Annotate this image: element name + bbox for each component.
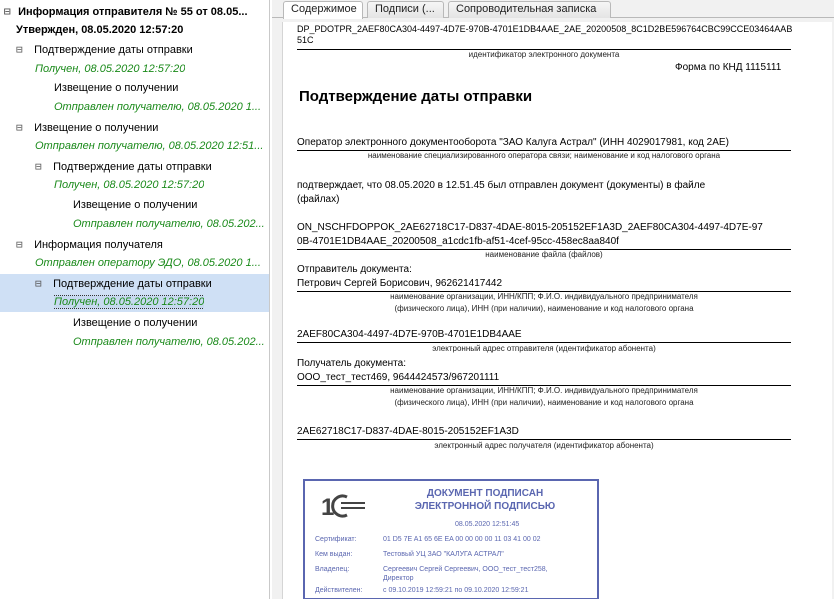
tree-node[interactable]: Извещение о получении: [73, 316, 197, 332]
tree-node-status: Получен, 08.05.2020 12:57:20: [54, 179, 205, 191]
sender-caption-2: (физического лица), ИНН (при наличии), н…: [394, 304, 694, 313]
document-title: Подтверждение даты отправки: [299, 88, 533, 105]
filename-line-2: 0B-4701E1DB4AAE_20200508_a1cdc1fb-af51-4…: [297, 236, 619, 247]
sender-address-caption: электронный адрес отправителя (идентифик…: [432, 344, 656, 353]
tab-signatures[interactable]: Подписи (...: [367, 1, 444, 18]
sender-caption-1: наименование организации, ИНН/КПП; Ф.И.О…: [390, 292, 698, 301]
tree-root-status: Утвержден, 08.05.2020 12:57:20: [16, 24, 184, 36]
tab-cover-letter[interactable]: Сопроводительная записка: [448, 1, 611, 18]
tree-node[interactable]: ⊟ Подтверждение даты отправки: [16, 42, 193, 58]
tree-node[interactable]: ⊟ Извещение о получении: [16, 120, 158, 136]
stamp-issuer-label: Кем выдан:: [315, 551, 353, 558]
tree-node-status: Отправлен получателю, 08.05.202...: [73, 218, 265, 230]
divider: [297, 342, 791, 343]
file-identifier: DP_PDOTPR_2AEF80CA304-4497-4D7E-970B-470…: [297, 24, 793, 45]
tree-node-status: Получен, 08.05.2020 12:57:20: [54, 295, 205, 309]
stamp-owner-value-2: Директор: [383, 575, 414, 582]
collapse-icon[interactable]: ⊟: [4, 4, 15, 19]
tree-node-status: Отправлен получателю, 08.05.2020 1...: [54, 101, 262, 113]
sender-label: Отправитель документа:: [297, 264, 412, 275]
tree-node[interactable]: ⊟ Подтверждение даты отправки: [35, 159, 212, 175]
document-tree[interactable]: ⊟ Информация отправителя № 55 от 08.05..…: [0, 0, 270, 599]
tree-node[interactable]: ⊟ Информация получателя: [16, 237, 163, 253]
tree-node-status: Отправлен получателю, 08.05.2020 12:51..…: [35, 140, 264, 152]
stamp-title: ДОКУМЕНТ ПОДПИСАН ЭЛЕКТРОННОЙ ПОДПИСЬЮ: [414, 488, 556, 512]
operator-text: Оператор электронного документооборота "…: [297, 137, 729, 148]
tree-root[interactable]: ⊟ Информация отправителя № 55 от 08.05..…: [4, 4, 248, 20]
collapse-icon[interactable]: ⊟: [16, 120, 27, 135]
stamp-issuer-value: Тестовый УЦ ЗАО "КАЛУГА АСТРАЛ": [383, 551, 504, 558]
stamp-cert-value: 01 D5 7E A1 65 6E EA 00 00 00 00 11 03 4…: [383, 536, 541, 543]
tree-node-status: Отправлен оператору ЭДО, 08.05.2020 1...: [35, 257, 261, 269]
tree-node-status: Получен, 08.05.2020 12:57:20: [35, 63, 186, 75]
collapse-icon[interactable]: ⊟: [16, 237, 27, 252]
tree-node[interactable]: Извещение о получении: [73, 198, 197, 214]
stamp-owner-label: Владелец:: [315, 566, 350, 573]
collapse-icon[interactable]: ⊟: [35, 159, 46, 174]
divider: [297, 439, 791, 440]
stamp-valid-label: Действителен:: [315, 587, 363, 594]
tree-node-status: Отправлен получателю, 08.05.202...: [73, 336, 265, 348]
1c-logo-icon: 1: [321, 494, 365, 521]
form-code: Форма по КНД 1115111: [675, 62, 782, 73]
receiver-label: Получатель документа:: [297, 358, 406, 369]
confirm-text: подтверждает, что 08.05.2020 в 12.51.45 …: [297, 180, 706, 191]
collapse-icon[interactable]: ⊟: [35, 276, 46, 291]
content-panel: Содержимое Подписи (... Сопроводительная…: [272, 0, 834, 599]
tree-root-title: Информация отправителя № 55 от 08.05...: [18, 6, 248, 18]
operator-caption: наименование специализированного операто…: [367, 151, 721, 160]
tab-bar: Содержимое Подписи (... Сопроводительная…: [272, 0, 834, 19]
receiver-value: ООО_тест_тест469, 9644424573/967201111: [297, 372, 500, 383]
tab-content[interactable]: Содержимое: [283, 1, 363, 19]
stamp-date: 08.05.2020 12:51:45: [455, 521, 520, 528]
confirm-text-2: (файлах): [297, 194, 340, 205]
receiver-caption-2: (физического лица), ИНН (при наличии), н…: [394, 398, 694, 407]
sender-address: 2AEF80CA304-4497-4D7E-970B-4701E1DB4AAE: [297, 329, 522, 340]
filename-caption: наименование файла (файлов): [485, 250, 603, 259]
collapse-icon[interactable]: ⊟: [16, 42, 27, 57]
tree-node-selected[interactable]: ⊟ Подтверждение даты отправки: [35, 276, 212, 292]
filename-line-1: ON_NSCHFDOPPOK_2AE62718C17-D837-4DAE-801…: [297, 222, 763, 233]
sender-value: Петрович Сергей Борисович, 962621417442: [297, 278, 503, 289]
receiver-caption-1: наименование организации, ИНН/КПП; Ф.И.О…: [390, 386, 698, 395]
tree-node[interactable]: Извещение о получении: [54, 81, 178, 97]
stamp-cert-label: Сертификат:: [315, 536, 357, 543]
stamp-valid-value: с 09.10.2019 12:59:21 по 09.10.2020 12:5…: [383, 587, 529, 594]
stamp-owner-value: Сергеевич Сергей Сергеевич, ООО_тест_тес…: [383, 566, 548, 573]
signature-stamp: 1 ДОКУМЕНТ ПОДПИСАН ЭЛЕКТРОННОЙ ПОДПИСЬЮ…: [303, 479, 599, 599]
receiver-address: 2AE62718C17-D837-4DAE-8015-205152EF1A3D: [297, 426, 519, 437]
receiver-address-caption: электронный адрес получателя (идентифика…: [434, 441, 654, 450]
document-view[interactable]: DP_PDOTPR_2AEF80CA304-4497-4D7E-970B-470…: [282, 22, 832, 599]
file-identifier-caption: идентификатор электронного документа: [468, 50, 620, 59]
